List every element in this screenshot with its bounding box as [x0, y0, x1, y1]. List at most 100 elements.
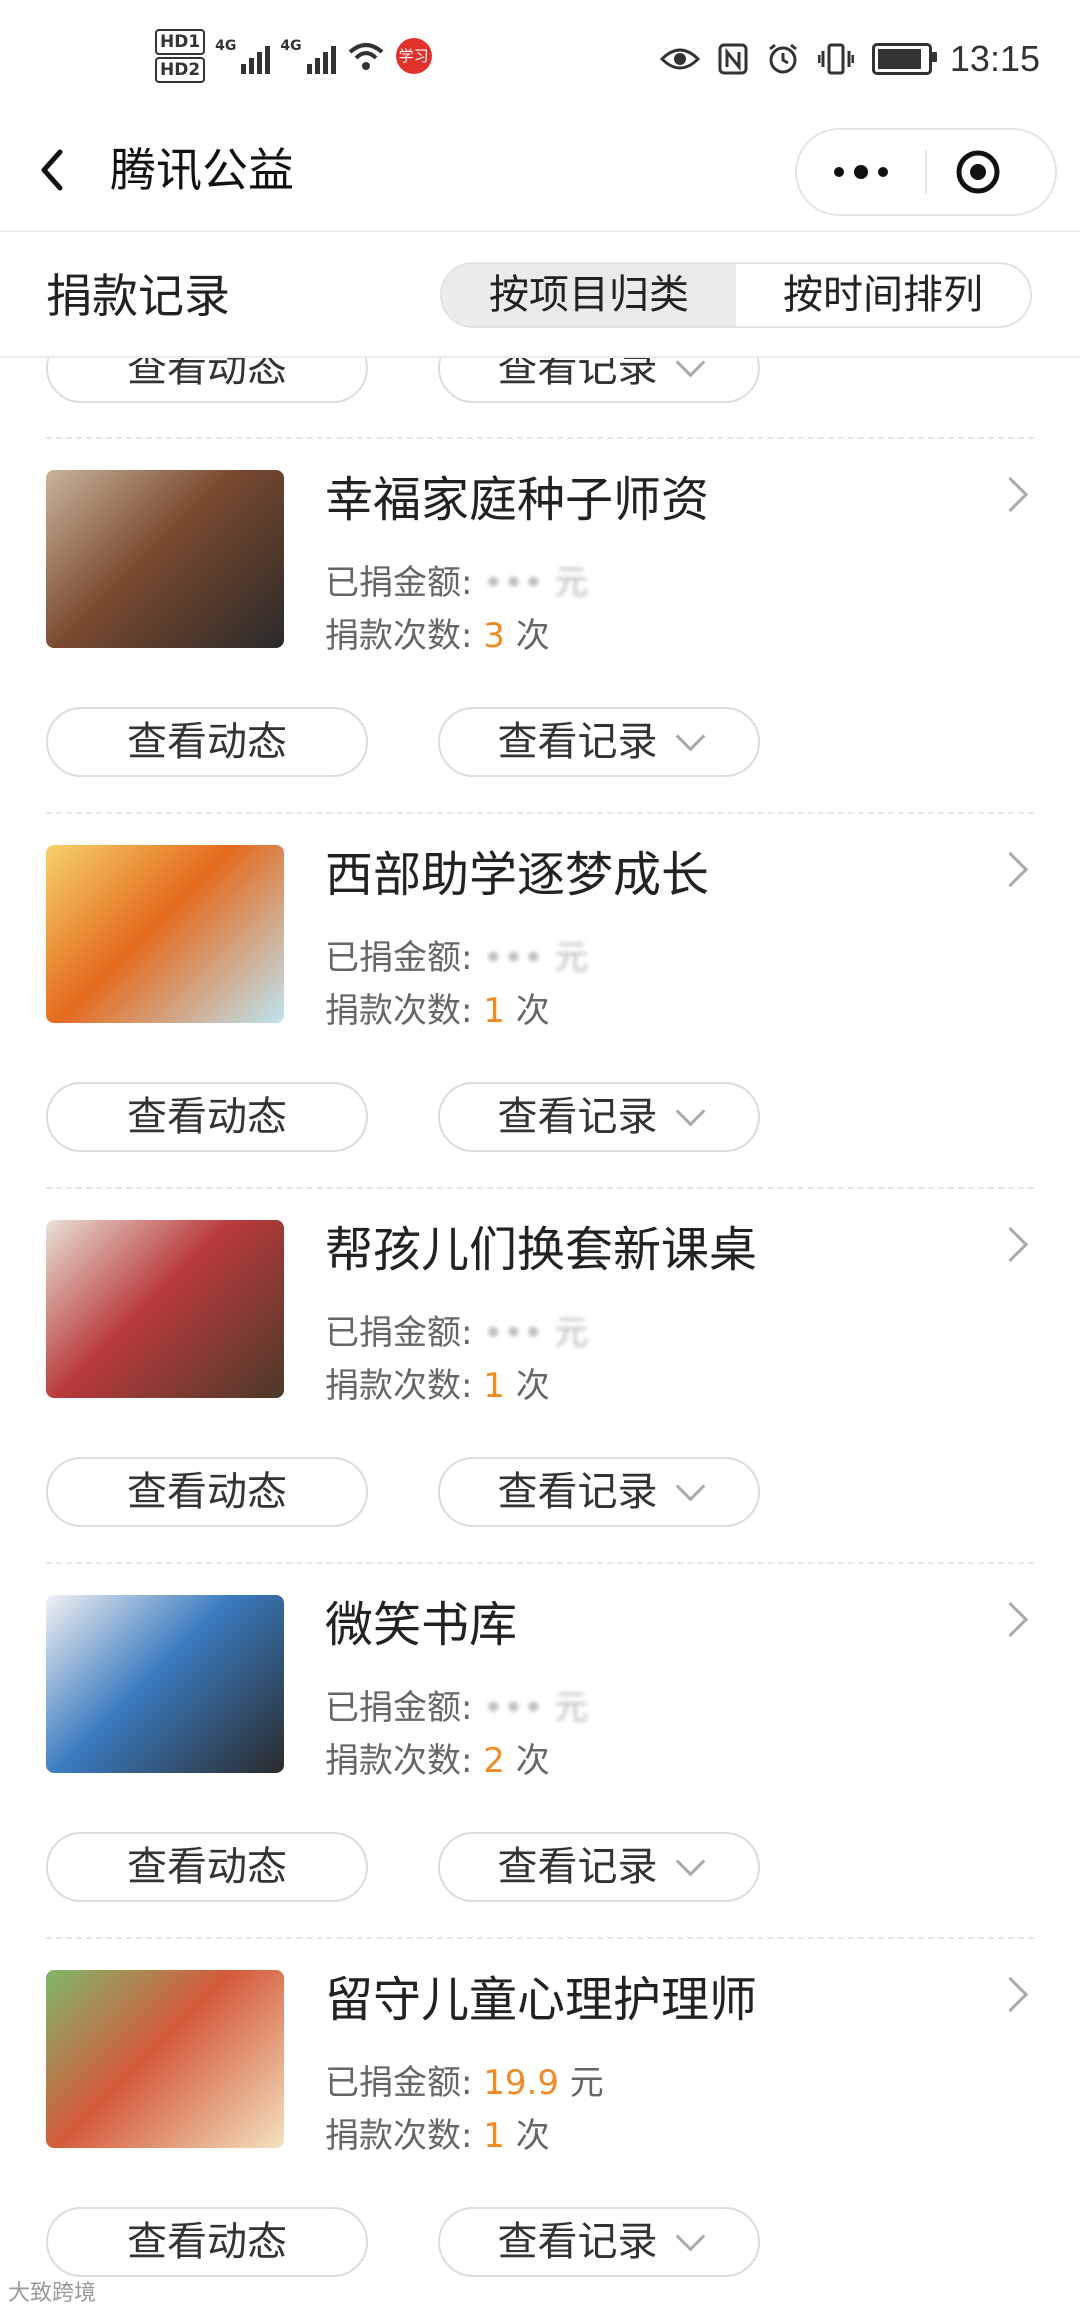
filter-header: 捐款记录 按项目归类 按时间排列 — [0, 230, 1080, 358]
project-title[interactable]: 微笑书库 — [325, 1595, 517, 1655]
donated-amount-row: 已捐金额: ••• 元 — [325, 1313, 588, 1353]
view-records-label: 查看记录 — [497, 1469, 658, 1515]
miniprogram-capsule — [795, 128, 1057, 216]
network-type-1: 4G — [215, 38, 237, 54]
project-thumbnail[interactable] — [46, 845, 284, 1023]
status-left: HD1 HD2 4G 4G 学习 — [155, 28, 432, 84]
donation-count-row: 捐款次数: 2 次 — [325, 1741, 550, 1781]
yuan-unit: 元 — [554, 1313, 589, 1353]
hd1-badge: HD1 — [155, 29, 206, 55]
divider — [46, 1937, 1034, 1939]
chevron-right-icon[interactable] — [992, 1976, 1029, 2013]
page-title: 腾讯公益 — [110, 143, 294, 197]
view-updates-button[interactable]: 查看动态 — [46, 1082, 368, 1152]
project-title[interactable]: 西部助学逐梦成长 — [325, 845, 709, 905]
donated-amount-label: 已捐金额: — [325, 1688, 473, 1728]
view-updates-label: 查看动态 — [127, 2219, 287, 2265]
capsule-divider — [925, 150, 927, 194]
donation-count-value: 2 — [483, 1741, 505, 1781]
network-type-2: 4G — [280, 38, 302, 54]
donation-count-label: 捐款次数: — [325, 616, 473, 656]
close-miniprogram-icon[interactable] — [955, 149, 1001, 195]
donation-count-label: 捐款次数: — [325, 991, 473, 1031]
nav-bar: 腾讯公益 — [0, 120, 1080, 230]
project-title[interactable]: 留守儿童心理护理师 — [325, 1970, 757, 2030]
tab-by-time[interactable]: 按时间排列 — [736, 264, 1030, 326]
view-updates-button[interactable]: 查看动态 — [46, 707, 368, 777]
yuan-unit: 元 — [554, 1688, 589, 1728]
view-records-button[interactable]: 查看记录 — [438, 1457, 760, 1527]
signal-icon-2: 4G — [280, 38, 336, 74]
project-thumbnail[interactable] — [46, 1970, 284, 2148]
clock: 13:15 — [949, 38, 1040, 79]
chevron-down-icon — [675, 2221, 705, 2252]
view-records-button[interactable]: 查看记录 — [438, 707, 760, 777]
view-updates-button[interactable]: 查看动态 — [46, 358, 368, 403]
chevron-right-icon[interactable] — [992, 851, 1029, 888]
donation-count-row: 捐款次数: 1 次 — [325, 991, 550, 1031]
project-thumbnail[interactable] — [46, 1595, 284, 1773]
watermark: 大致跨境 — [8, 2281, 97, 2306]
chevron-down-icon — [675, 358, 705, 378]
divider — [46, 1187, 1034, 1189]
alarm-icon — [768, 43, 797, 74]
signal-icon-1: 4G — [215, 38, 271, 74]
view-updates-button[interactable]: 查看动态 — [46, 2207, 368, 2277]
view-records-button[interactable]: 查看记录 — [438, 1082, 760, 1152]
yuan-unit: 元 — [554, 563, 589, 603]
donated-amount-row: 已捐金额: ••• 元 — [325, 938, 588, 978]
status-bar: HD1 HD2 4G 4G 学习 13:15 — [0, 0, 1080, 120]
chevron-down-icon — [675, 1096, 705, 1127]
yuan-unit: 元 — [569, 2063, 604, 2103]
donation-count-label: 捐款次数: — [325, 1741, 473, 1781]
chevron-down-icon — [675, 1471, 705, 1502]
times-unit: 次 — [515, 991, 550, 1031]
view-records-button[interactable]: 查看记录 — [438, 358, 760, 403]
view-updates-button[interactable]: 查看动态 — [46, 1832, 368, 1902]
chevron-right-icon[interactable] — [992, 1226, 1029, 1263]
view-updates-label: 查看动态 — [127, 1844, 287, 1890]
times-unit: 次 — [515, 2116, 550, 2156]
project-thumbnail[interactable] — [46, 1220, 284, 1398]
chevron-down-icon — [675, 1846, 705, 1877]
back-arrow-icon[interactable] — [28, 140, 88, 200]
times-unit: 次 — [515, 1741, 550, 1781]
yuan-unit: 元 — [554, 938, 589, 978]
project-title[interactable]: 幸福家庭种子师资 — [325, 470, 709, 530]
view-records-button[interactable]: 查看记录 — [438, 1832, 760, 1902]
donated-amount-label: 已捐金额: — [325, 1313, 473, 1353]
donation-list: 查看动态 查看记录 幸福家庭种子师资 已捐金额: ••• 元 捐款次数: 3 次… — [0, 358, 1080, 2311]
donation-count-row: 捐款次数: 3 次 — [325, 616, 550, 656]
times-unit: 次 — [515, 1366, 550, 1406]
view-records-label: 查看记录 — [497, 2219, 658, 2265]
view-records-button[interactable]: 查看记录 — [438, 2207, 760, 2277]
hd2-badge: HD2 — [155, 57, 206, 83]
view-updates-label: 查看动态 — [127, 1094, 287, 1140]
donation-count-value: 1 — [483, 1366, 505, 1406]
donated-amount-row: 已捐金额: ••• 元 — [325, 563, 588, 603]
times-unit: 次 — [515, 616, 550, 656]
notification-app-icon: 学习 — [395, 38, 432, 74]
donation-count-label: 捐款次数: — [325, 1366, 473, 1406]
wifi-icon — [348, 43, 383, 70]
view-updates-label: 查看动态 — [127, 1469, 287, 1515]
sort-segmented-control: 按项目归类 按时间排列 — [440, 262, 1032, 328]
view-updates-button[interactable]: 查看动态 — [46, 1457, 368, 1527]
view-records-label: 查看记录 — [497, 719, 658, 765]
chevron-right-icon[interactable] — [992, 1601, 1029, 1638]
donated-amount-label: 已捐金额: — [325, 938, 473, 978]
chevron-right-icon[interactable] — [992, 476, 1029, 513]
donated-amount-label: 已捐金额: — [325, 563, 473, 603]
view-records-label: 查看记录 — [497, 1844, 658, 1890]
donation-count-row: 捐款次数: 1 次 — [325, 1366, 550, 1406]
tab-by-project[interactable]: 按项目归类 — [442, 264, 736, 326]
project-thumbnail[interactable] — [46, 470, 284, 648]
divider — [46, 812, 1034, 814]
battery-icon — [871, 43, 937, 75]
donation-count-value: 1 — [483, 2116, 505, 2156]
project-title[interactable]: 帮孩儿们换套新课桌 — [325, 1220, 757, 1280]
nfc-icon — [718, 43, 748, 75]
divider — [46, 437, 1034, 439]
status-right: 13:15 — [659, 38, 1040, 80]
more-options-icon[interactable] — [797, 130, 925, 214]
